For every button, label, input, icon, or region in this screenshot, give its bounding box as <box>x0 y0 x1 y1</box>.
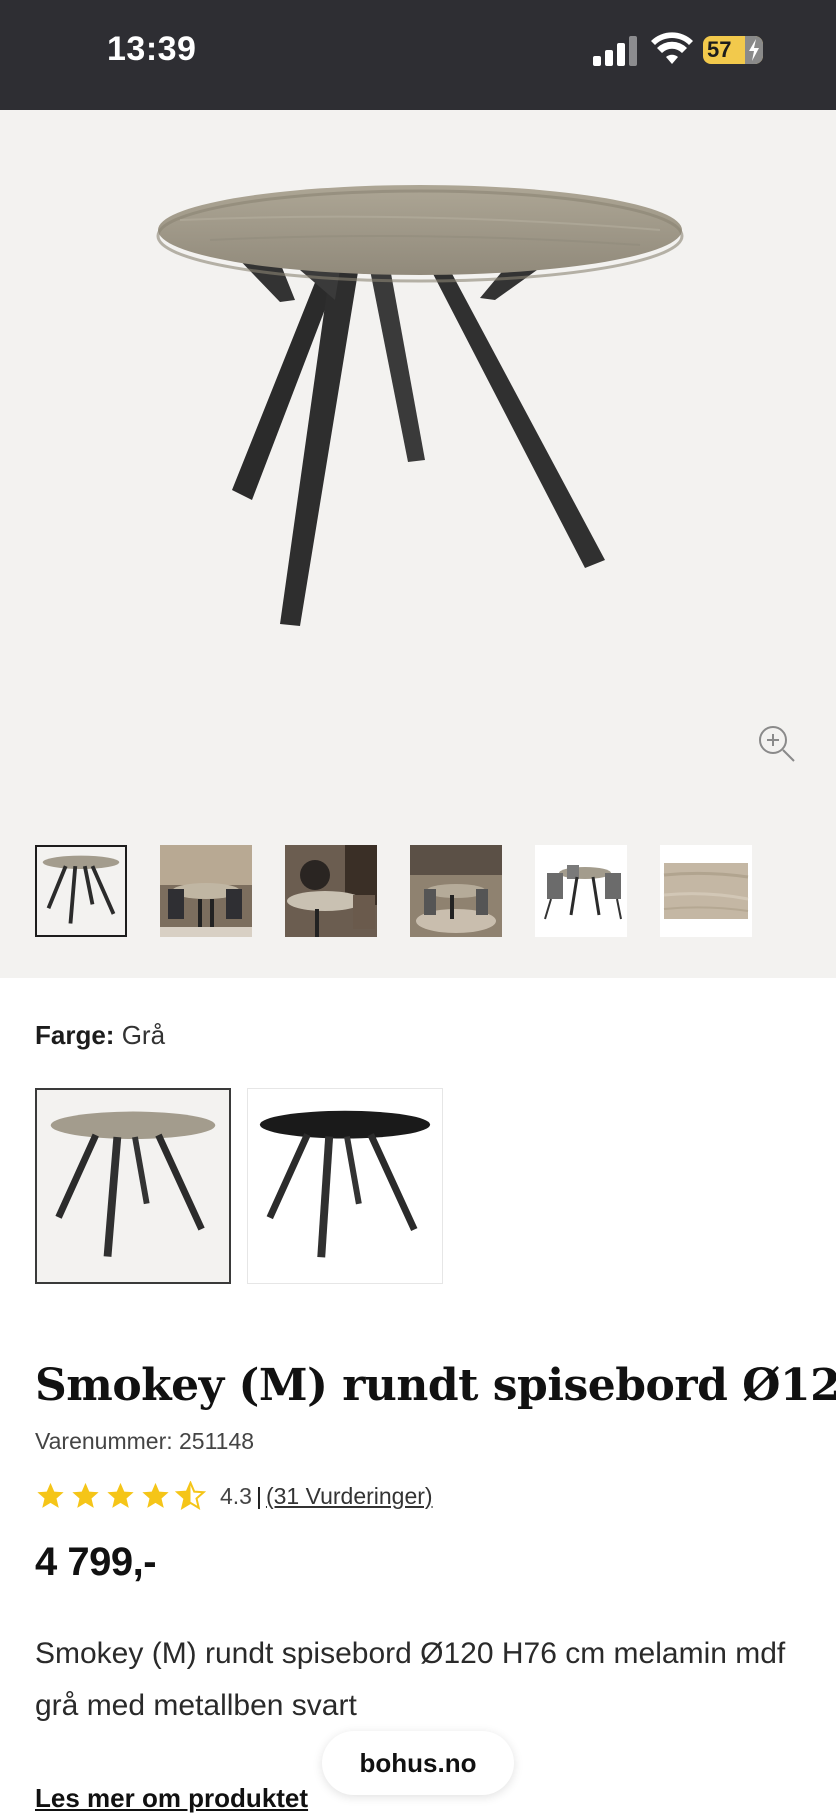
product-title: Smokey (M) rundt spisebord Ø120 <box>35 1360 836 1411</box>
thumbnail-3[interactable] <box>285 845 377 937</box>
swatch-grey[interactable] <box>35 1088 231 1284</box>
star-full-icon <box>72 1482 99 1508</box>
product-main-image[interactable] <box>100 150 740 710</box>
wifi-icon <box>651 32 693 64</box>
browser-url-bar[interactable]: bohus.no <box>322 1731 514 1795</box>
status-bar: 13:39 57 <box>0 0 836 110</box>
color-label-text: Farge: <box>35 1020 115 1050</box>
color-label: Farge: Grå <box>35 1020 165 1051</box>
zoom-in-icon[interactable] <box>756 723 796 763</box>
thumbnail-strip <box>35 845 815 937</box>
thumbnail-6[interactable] <box>660 845 752 937</box>
product-rating: 4.3 | (31 Vurderinger) <box>35 1478 433 1514</box>
cellular-signal-icon <box>593 36 637 66</box>
product-description: Smokey (M) rundt spisebord Ø120 H76 cm m… <box>35 1637 786 1722</box>
battery-charging-icon: 57 <box>703 36 763 64</box>
star-half-icon <box>175 1481 206 1510</box>
battery-level: 57 <box>707 37 732 62</box>
star-full-icon <box>107 1482 134 1508</box>
reviews-link[interactable]: (31 Vurderinger) <box>266 1483 433 1510</box>
browser-url: bohus.no <box>359 1747 477 1778</box>
thumbnail-1[interactable] <box>35 845 127 937</box>
read-more-link[interactable]: Les mer om produktet <box>35 1783 308 1814</box>
swatch-black[interactable] <box>247 1088 443 1284</box>
star-full-icon <box>142 1482 169 1508</box>
product-gallery <box>0 110 836 978</box>
product-price: 4 799,- <box>35 1540 157 1584</box>
rating-separator: | <box>255 1482 262 1509</box>
product-sku: Varenummer: 251148 <box>35 1428 255 1454</box>
rating-score: 4.3 <box>220 1482 252 1509</box>
rating-stars <box>35 1481 206 1511</box>
star-full-icon <box>37 1482 64 1508</box>
thumbnail-5[interactable] <box>535 845 627 937</box>
status-time: 13:39 <box>107 30 197 68</box>
thumbnail-2[interactable] <box>160 845 252 937</box>
color-value: Grå <box>121 1020 166 1050</box>
thumbnail-4[interactable] <box>410 845 502 937</box>
